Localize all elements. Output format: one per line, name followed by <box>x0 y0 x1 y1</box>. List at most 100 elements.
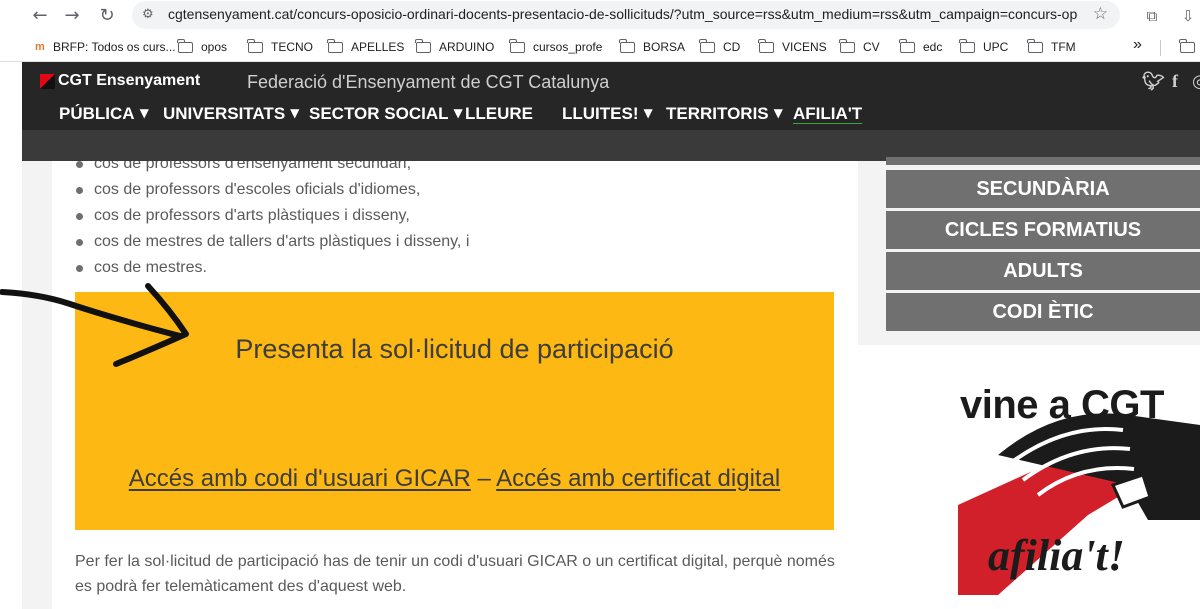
nav-label: UNIVERSITATS <box>163 104 286 123</box>
bookmark-label: VICENS <box>782 40 827 54</box>
bookmark-folder[interactable]: CD <box>699 38 741 56</box>
bookmark-folder[interactable]: cursos_profe <box>509 38 603 56</box>
bookmark-label: BORSA <box>643 40 686 54</box>
bookmark-folder[interactable]: BORSA <box>619 38 686 56</box>
separator <box>1160 40 1161 56</box>
folder-icon <box>415 38 431 53</box>
folder-icon <box>758 38 774 53</box>
bookmark-label: UPC <box>983 40 1009 54</box>
bookmark-folder[interactable]: TECNO <box>247 38 313 56</box>
nav-label: PÚBLICA <box>59 104 135 123</box>
list-item: cos de professors d'ensenyament secundar… <box>74 161 469 177</box>
nav-label: SECTOR SOCIAL <box>309 104 449 123</box>
instagram-icon[interactable]: ◎ <box>1192 71 1200 92</box>
nav-label: LLUITES! <box>562 104 639 123</box>
caret-down-icon: ▼ <box>290 106 300 120</box>
bookmark-folder[interactable] <box>1179 38 1200 56</box>
list-item: cos de mestres. <box>74 255 469 281</box>
list-item: cos de mestres de tallers d'arts plàstiq… <box>74 229 469 255</box>
bookmark-label: TFM <box>1051 40 1076 54</box>
bullet-list: cos de professors d'ensenyament secundar… <box>74 161 469 281</box>
link-separator: – <box>470 465 497 492</box>
site-title: Federació d'Ensenyament de CGT Catalunya <box>247 72 610 92</box>
address-bar[interactable]: ⚙ cgtensenyament.cat/concurs-oposicio-or… <box>132 1 1120 29</box>
certificate-access-link[interactable]: Accés amb certificat digital <box>496 465 780 492</box>
folder-icon <box>899 38 915 53</box>
sidebar-button-adults[interactable]: ADULTS <box>886 252 1200 290</box>
afiliat-banner[interactable]: vine a CGT afilia't! <box>858 345 1200 609</box>
site-logo[interactable]: CGT Ensenyament <box>40 72 200 90</box>
bookmark-folder[interactable]: opos <box>177 38 228 56</box>
nav-sector-social[interactable]: SECTOR SOCIAL ▼ <box>309 104 463 124</box>
bookmark-label: edc <box>923 40 943 54</box>
browser-toolbar: ← → ↻ ⚙ cgtensenyament.cat/concurs-oposi… <box>0 0 1200 32</box>
site-topbar: CGT Ensenyament Federació d'Ensenyament … <box>22 62 1200 100</box>
bookmark-label: APELLES <box>351 40 405 54</box>
sidebar-button-secundaria[interactable]: SECUNDÀRIA <box>886 170 1200 208</box>
hand-drawn-arrow-icon <box>0 283 189 367</box>
bookmark-folder[interactable]: ARDUINO <box>415 38 495 56</box>
folder-icon <box>699 38 715 53</box>
bookmark-folder[interactable]: CV <box>839 38 880 56</box>
twitter-icon[interactable]: 🐦︎ <box>1142 71 1165 92</box>
main-nav: PÚBLICA ▼ UNIVERSITATS ▼ SECTOR SOCIAL ▼ LL… <box>22 100 1200 130</box>
back-button[interactable]: ← <box>28 4 52 28</box>
access-links: Accés amb codi d'usuari GICAR – Accés am… <box>75 465 834 493</box>
bookmark-folder[interactable]: edc <box>899 38 943 56</box>
caret-down-icon: ▼ <box>453 106 463 120</box>
favicon-icon: m <box>35 41 45 53</box>
folder-icon <box>247 38 263 53</box>
list-item: cos de professors d'escoles oficials d'i… <box>74 177 469 203</box>
bookmark-star-icon[interactable]: ☆ <box>1093 4 1108 24</box>
site-info-icon[interactable]: ⚙ <box>142 7 158 23</box>
nav-lluites[interactable]: LLUITES! ▼ <box>562 104 653 124</box>
url-text[interactable]: cgtensenyament.cat/concurs-oposicio-ordi… <box>168 6 1078 22</box>
folder-icon <box>839 38 855 53</box>
nav-label: TERRITORIS <box>666 104 769 123</box>
bookmark-label: CD <box>723 40 741 54</box>
list-item: cos de professors d'arts plàstiques i di… <box>74 203 469 229</box>
download-icon[interactable]: ⇩ <box>1176 4 1200 28</box>
nav-universitats[interactable]: UNIVERSITATS ▼ <box>163 104 299 124</box>
caret-down-icon: ▼ <box>773 106 783 120</box>
forward-button[interactable]: → <box>60 4 84 28</box>
promo-script: afilia't! <box>988 531 1125 580</box>
bookmark-label: ARDUINO <box>439 40 495 54</box>
folder-icon <box>177 38 193 53</box>
nav-afilia[interactable]: AFILIA'T <box>793 104 862 124</box>
bookmark-folder[interactable]: TFM <box>1027 38 1076 56</box>
brand-name: CGT Ensenyament <box>58 72 201 89</box>
sidebar-button-cicles[interactable]: CICLES FORMATIUS <box>886 211 1200 249</box>
more-bookmarks-button[interactable]: » <box>1133 36 1142 54</box>
nav-territoris[interactable]: TERRITORIS ▼ <box>666 104 783 124</box>
caret-down-icon: ▼ <box>139 106 149 120</box>
bookmark-folder[interactable]: UPC <box>959 38 1009 56</box>
nav-lleure[interactable]: LLEURE <box>465 104 533 124</box>
bookmark-item[interactable]: m BRFP: Todos os curs... <box>35 38 176 56</box>
folder-icon <box>619 38 635 53</box>
nav-publica[interactable]: PÚBLICA ▼ <box>59 104 149 124</box>
cgt-flag-icon <box>40 73 55 89</box>
folder-icon <box>959 38 975 53</box>
bookmark-label: cursos_profe <box>533 40 603 54</box>
sidebar-button-partial[interactable] <box>886 157 1200 165</box>
extensions-icon[interactable]: ⧉ <box>1140 4 1164 28</box>
bookmark-label: TECNO <box>271 40 313 54</box>
bookmarks-bar: m BRFP: Todos os curs... opos TECNO APEL… <box>0 32 1200 62</box>
bookmark-folder[interactable]: APELLES <box>327 38 405 56</box>
folder-icon <box>327 38 343 53</box>
caret-down-icon: ▼ <box>643 106 653 120</box>
bookmark-label: opos <box>201 40 228 54</box>
facebook-icon[interactable]: f <box>1172 71 1178 92</box>
folder-icon <box>1027 38 1043 53</box>
bookmark-label: BRFP: Todos os curs... <box>53 40 176 54</box>
reload-button[interactable]: ↻ <box>95 4 119 28</box>
main-content: cos de professors d'ensenyament secundar… <box>52 161 858 609</box>
bookmark-label: CV <box>863 40 880 54</box>
sidebar-button-codi-etic[interactable]: CODI ÈTIC <box>886 293 1200 331</box>
bookmark-folder[interactable]: VICENS <box>758 38 827 56</box>
gicar-access-link[interactable]: Accés amb codi d'usuari GICAR <box>129 465 471 492</box>
instructions-paragraph: Per fer la sol·licitud de participació h… <box>75 553 835 595</box>
folder-icon <box>1179 38 1195 53</box>
folder-icon <box>509 38 525 53</box>
